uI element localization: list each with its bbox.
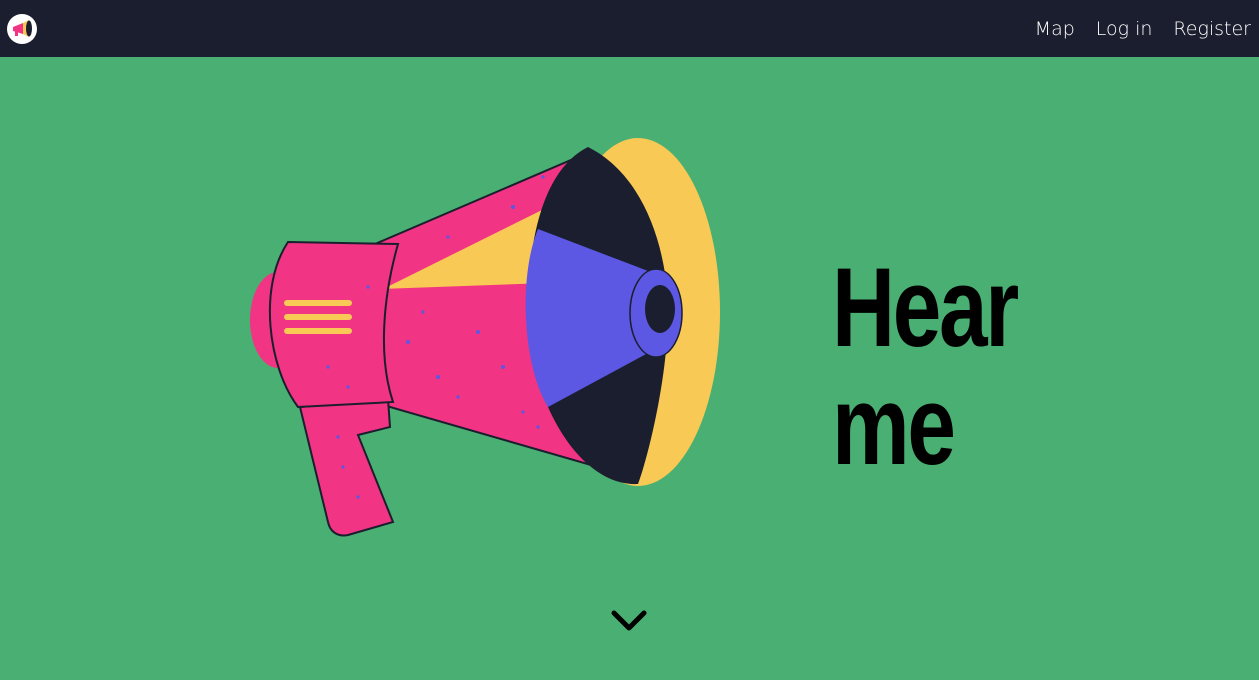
home-logo-link[interactable] — [7, 13, 37, 44]
chevron-down-icon — [611, 610, 647, 631]
hero-headline: Hear me — [832, 249, 1035, 485]
headline-line-1: Hear — [832, 245, 1019, 370]
nav-link-register[interactable]: Register — [1173, 18, 1251, 40]
megaphone-icon — [13, 19, 32, 37]
megaphone-illustration — [250, 138, 720, 537]
hero-section: Hear me — [0, 57, 1259, 680]
nav-link-map[interactable]: Map — [1035, 18, 1075, 40]
headline-line-2: me — [832, 363, 956, 488]
scroll-down-button[interactable] — [610, 608, 648, 634]
nav-links: Map Log in Register — [1014, 0, 1251, 57]
top-navbar: Map Log in Register — [0, 0, 1259, 57]
nav-link-login[interactable]: Log in — [1096, 18, 1153, 40]
